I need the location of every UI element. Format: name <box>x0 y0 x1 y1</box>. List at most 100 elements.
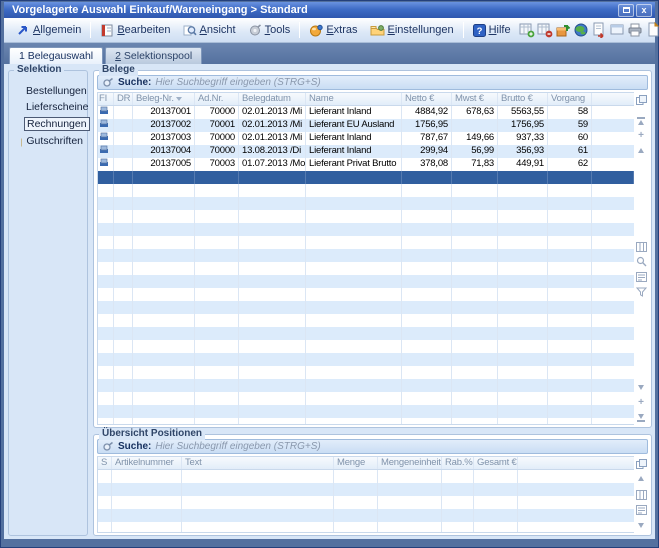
positionen-search-bar[interactable]: Suche: Hier Suchbegriff eingeben (STRG+S… <box>97 439 648 454</box>
window-icon[interactable] <box>609 22 625 39</box>
printer-icon[interactable] <box>627 22 643 39</box>
belege-group-label: Belege <box>99 64 138 76</box>
table-row[interactable]: 20137005 70003 01.07.2013 /Mo Lieferant … <box>98 158 634 171</box>
doc-export-icon[interactable] <box>591 22 607 39</box>
tab-selektionspool[interactable]: 2 Selektionspool <box>105 47 202 64</box>
header-menge[interactable]: Menge <box>334 457 378 469</box>
beleg-status-icon <box>98 158 114 171</box>
row-down-icon[interactable] <box>636 382 647 393</box>
cell-netto: 4884,92 <box>402 106 452 119</box>
globe-icon[interactable] <box>573 22 589 39</box>
box-export-icon[interactable] <box>555 22 571 39</box>
cell-netto: 378,08 <box>402 158 452 171</box>
tab-strip: 1 Belegauswahl 2 Selektionspool <box>4 43 655 64</box>
empty-row <box>98 483 634 496</box>
list-view-icon[interactable] <box>636 271 647 282</box>
belege-group: Belege Suche: Hier Suchbegriff eingeben … <box>93 70 652 428</box>
card-view-icon[interactable] <box>636 489 647 500</box>
header-vorgang[interactable]: Vorgang <box>548 93 592 105</box>
search-label: Suche: <box>118 77 151 88</box>
close-button[interactable]: x <box>636 4 652 17</box>
wrench-icon <box>248 24 262 37</box>
table-row[interactable]: 20137004 70000 13.08.2013 /Di Lieferant … <box>98 145 634 158</box>
row-up-icon[interactable] <box>636 473 647 484</box>
cell-vorgang: 60 <box>548 132 592 145</box>
selected-row[interactable] <box>98 171 634 184</box>
cell-mwst: 149,66 <box>452 132 498 145</box>
cell-mwst <box>452 119 498 132</box>
belege-table: FI DR Beleg-Nr. Ad.Nr. Belegdatum Name N… <box>97 92 634 425</box>
header-belegdatum[interactable]: Belegdatum <box>239 93 306 105</box>
positionen-table: S Artikelnummer Text Menge Mengeneinheit… <box>97 456 634 533</box>
menu-bearbeiten[interactable]: Bearbeiten <box>94 22 176 39</box>
grid-add-icon[interactable] <box>519 22 535 39</box>
search-placeholder: Hier Suchbegriff eingeben (STRG+S) <box>155 77 320 88</box>
header-dr[interactable]: DR <box>114 93 133 105</box>
cell-dr <box>114 106 133 119</box>
table-row[interactable]: 20137003 70000 02.01.2013 /Mi Lieferant … <box>98 132 634 145</box>
column-chooser-icon[interactable] <box>636 94 647 105</box>
menu-ansicht[interactable]: Ansicht <box>177 22 242 39</box>
menu-einstellungen[interactable]: Einstellungen <box>364 22 460 39</box>
restore-button[interactable] <box>618 4 634 17</box>
beleg-status-icon <box>98 145 114 158</box>
tab-belegauswahl[interactable]: 1 Belegauswahl <box>9 47 103 64</box>
scroll-up-icon[interactable]: + <box>636 130 647 141</box>
menu-tools[interactable]: Tools <box>242 22 297 39</box>
scroll-down-icon[interactable]: + <box>636 397 647 408</box>
empty-row <box>98 327 634 340</box>
empty-row <box>98 262 634 275</box>
header-fi[interactable]: FI <box>98 93 114 105</box>
header-text[interactable]: Text <box>182 457 334 469</box>
cell-name: Lieferant Privat Brutto <box>306 158 402 171</box>
table-row[interactable]: 20137002 70001 02.01.2013 /Mi Lieferant … <box>98 119 634 132</box>
empty-row <box>98 249 634 262</box>
sidebar-item-bestellungen[interactable]: Bestellungen <box>21 85 85 97</box>
header-artikelnummer[interactable]: Artikelnummer <box>112 457 182 469</box>
card-view-icon[interactable] <box>636 241 647 252</box>
cell-mwst: 71,83 <box>452 158 498 171</box>
row-up-icon[interactable] <box>636 145 647 156</box>
header-netto[interactable]: Netto € <box>402 93 452 105</box>
sidebar-item-rechnungen[interactable]: Rechnungen <box>21 117 85 131</box>
sidebar-item-lieferscheine[interactable]: Lieferscheine <box>21 101 85 113</box>
empty-row <box>98 210 634 223</box>
menu-hilfe[interactable]: ? Hilfe <box>467 22 517 39</box>
list-view-icon[interactable] <box>636 504 647 515</box>
header-rabatt[interactable]: Rab.% <box>442 457 474 469</box>
header-filler <box>518 457 634 469</box>
cell-vorgang: 62 <box>548 158 592 171</box>
sidebar-item-gutschriften[interactable]: Gutschriften <box>21 135 85 147</box>
header-beleg-nr[interactable]: Beleg-Nr. <box>133 93 195 105</box>
cell-name: Lieferant Inland <box>306 145 402 158</box>
header-s[interactable]: S <box>98 457 112 469</box>
cell-beleg-nr: 20137004 <box>133 145 195 158</box>
cell-brutto: 449,91 <box>498 158 548 171</box>
new-document-icon[interactable] <box>645 22 659 39</box>
menu-separator <box>299 22 300 38</box>
belege-search-bar[interactable]: Suche: Hier Suchbegriff eingeben (STRG+S… <box>97 75 648 90</box>
notebook-icon <box>100 24 114 37</box>
table-row[interactable]: 20137001 70000 02.01.2013 /Mi Lieferant … <box>98 106 634 119</box>
zoom-icon[interactable] <box>636 256 647 267</box>
header-ad-nr[interactable]: Ad.Nr. <box>195 93 239 105</box>
sort-desc-icon <box>176 97 182 101</box>
cell-name: Lieferant Inland <box>306 132 402 145</box>
row-down-icon[interactable] <box>636 520 647 531</box>
scroll-to-top-icon[interactable] <box>636 115 647 126</box>
menu-extras[interactable]: Extras <box>303 22 363 39</box>
header-mwst[interactable]: Mwst € <box>452 93 498 105</box>
column-chooser-icon[interactable] <box>636 458 647 469</box>
header-gesamt[interactable]: Gesamt € <box>474 457 518 469</box>
header-name[interactable]: Name <box>306 93 402 105</box>
scroll-to-bottom-icon[interactable] <box>636 412 647 423</box>
empty-row <box>98 418 634 425</box>
filter-icon[interactable] <box>636 286 647 297</box>
header-brutto[interactable]: Brutto € <box>498 93 548 105</box>
search-icon <box>102 77 114 89</box>
grid-delete-icon[interactable] <box>537 22 553 39</box>
header-mengeneinheit[interactable]: Mengeneinheit <box>378 457 442 469</box>
menu-allgemein[interactable]: Allgemein <box>10 22 87 39</box>
beleg-status-icon <box>98 106 114 119</box>
cell-brutto: 937,33 <box>498 132 548 145</box>
